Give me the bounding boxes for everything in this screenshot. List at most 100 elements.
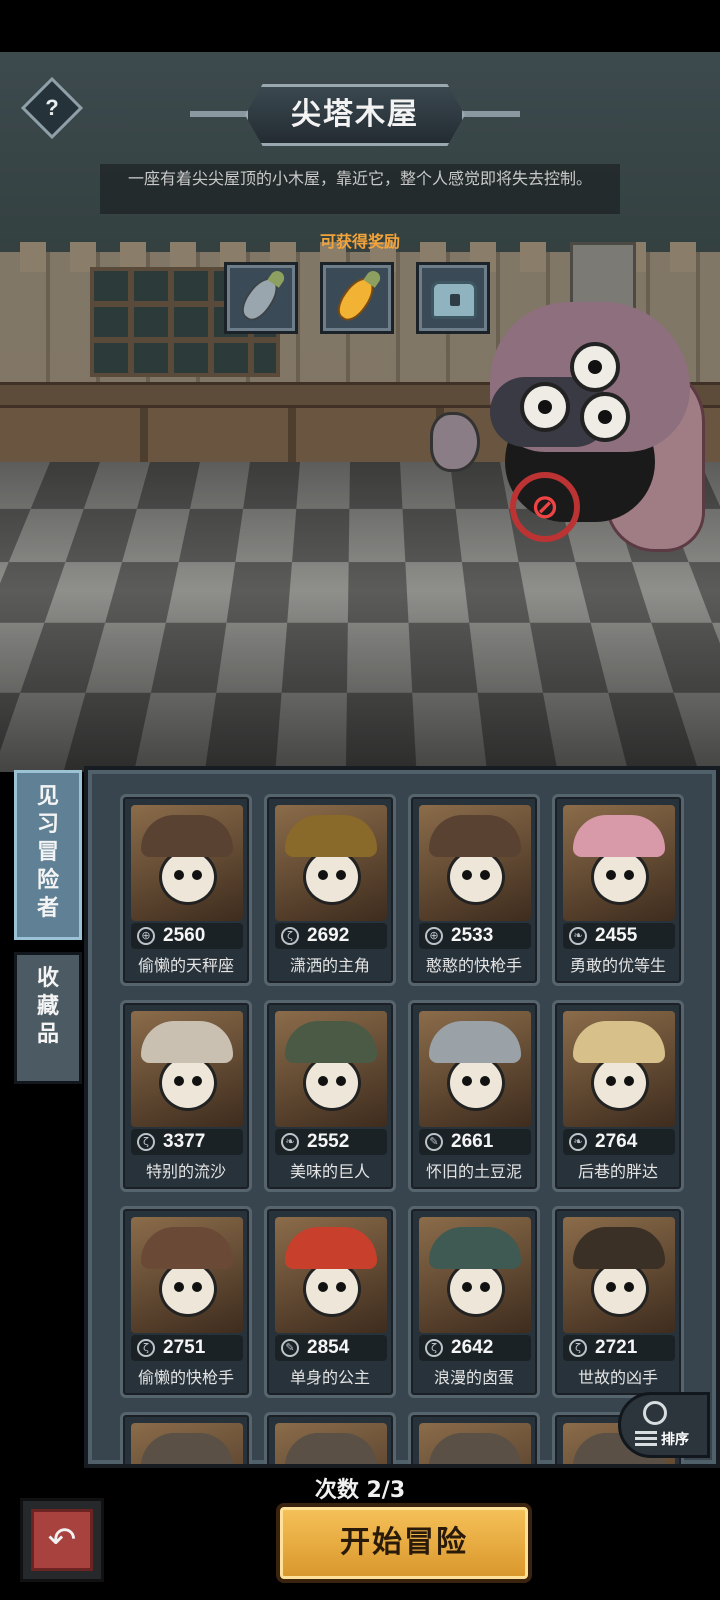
adventurer-face (303, 849, 361, 905)
leaf-icon: ❧ (569, 1133, 587, 1151)
adventurer-card[interactable]: ✎ 2854 单身的公主 (264, 1206, 396, 1398)
adventurer-name: 怀旧的土豆泥 (425, 1162, 522, 1181)
adventurer-name: 勇敢的优等生 (569, 956, 666, 975)
adventurer-headgear (285, 1021, 377, 1063)
stage-title-plaque: 尖塔木屋 (190, 84, 520, 146)
adventurer-headgear (429, 1021, 521, 1063)
adventurer-face (591, 849, 649, 905)
power-score-row: ❧ 2552 (275, 1129, 387, 1155)
start-adventure-button[interactable]: 开始冒险 (276, 1503, 532, 1583)
adventurer-card[interactable] (408, 1412, 540, 1464)
adventurer-name: 浪漫的卤蛋 (433, 1368, 514, 1387)
list-icon (635, 1431, 657, 1447)
power-score-row: ζ 2751 (131, 1335, 243, 1361)
adventurer-panel: ⊕ 2560 偷懒的天秤座 ζ 2692 潇洒的主角 ⊕ 2533 憨憨的快枪手 ❧ 2455 勇敢的… (84, 766, 720, 1468)
power-score: 2764 (595, 1131, 638, 1152)
claw-icon: ζ (281, 927, 299, 945)
adventurer-headgear (429, 815, 521, 857)
adventurer-portrait (419, 805, 531, 921)
power-score-row: ✎ 2854 (275, 1335, 387, 1361)
adventurer-portrait (275, 805, 387, 921)
monster-eye (570, 342, 620, 392)
tab-label: 见习冒险者 (36, 784, 59, 921)
monster-eye (580, 392, 630, 442)
adventurer-portrait (419, 1217, 531, 1333)
adventurer-name: 憨憨的快枪手 (425, 956, 522, 975)
power-score: 2552 (307, 1131, 350, 1152)
adventurer-headgear (573, 1021, 665, 1063)
adventurer-headgear (573, 1227, 665, 1269)
adventurer-card[interactable]: ❧ 2455 勇敢的优等生 (552, 794, 684, 986)
tab-apprentice-adventurers[interactable]: 见习冒险者 (14, 770, 82, 940)
adventurer-face (447, 1055, 505, 1111)
crosshair-icon: ⊕ (137, 927, 155, 945)
adventurer-face (303, 1055, 361, 1111)
attempts-counter: 次数 2/3 (314, 1478, 406, 1503)
tab-collectibles[interactable]: 收藏品 (14, 952, 82, 1084)
adventurer-card[interactable]: ✎ 2661 怀旧的土豆泥 (408, 1000, 540, 1192)
adventurer-portrait (275, 1217, 387, 1333)
adventurer-portrait (275, 1423, 387, 1468)
adventurer-face (591, 1261, 649, 1317)
adventurer-portrait (131, 1423, 243, 1464)
claw-icon: ζ (425, 1339, 443, 1357)
power-score: 2692 (307, 925, 350, 946)
adventurer-name: 美味的巨人 (289, 1162, 370, 1181)
adventurer-headgear (429, 1227, 521, 1269)
adventurer-card[interactable]: ❧ 2764 后巷的胖达 (552, 1000, 684, 1192)
adventurer-face (447, 849, 505, 905)
treasure-chest-icon (431, 281, 477, 319)
adventurer-card[interactable]: ζ 2751 偷懒的快枪手 (120, 1206, 252, 1398)
reward-slot-3[interactable] (416, 262, 490, 334)
adventurer-portrait (419, 1011, 531, 1127)
adventurer-headgear (573, 815, 665, 857)
adventurer-card[interactable]: ⊕ 2560 偷懒的天秤座 (120, 794, 252, 986)
adventurer-card[interactable]: ζ 2642 浪漫的卤蛋 (408, 1206, 540, 1398)
sort-button[interactable]: 排序 (618, 1392, 710, 1458)
leaf-icon: ❧ (569, 927, 587, 945)
power-score-row: ζ 2721 (563, 1335, 675, 1361)
leaf-icon: ❧ (281, 1133, 299, 1151)
monster-eye (520, 382, 570, 432)
adventurer-portrait (563, 805, 675, 921)
adventurer-headgear (285, 815, 377, 857)
adventurer-portrait (131, 805, 243, 921)
adventurer-card[interactable]: ❧ 2552 美味的巨人 (264, 1000, 396, 1192)
power-score: 2854 (307, 1337, 350, 1358)
stage-description: 一座有着尖尖屋顶的小木屋，靠近它，整个人感觉即将失去控制。 (100, 164, 620, 214)
adventurer-card[interactable]: ⊕ 2533 憨憨的快枪手 (408, 794, 540, 986)
power-score: 2721 (595, 1337, 638, 1358)
adventurer-headgear (429, 1433, 521, 1464)
claw-icon: ζ (569, 1339, 587, 1357)
adventurer-face (303, 1261, 361, 1317)
adventurer-headgear (141, 815, 233, 857)
quill-icon: ✎ (425, 1133, 443, 1151)
power-score-row: ζ 3377 (131, 1129, 243, 1155)
adventurer-face (159, 1055, 217, 1111)
adventurer-portrait (563, 1217, 675, 1333)
reward-slot-1[interactable] (224, 262, 298, 334)
adventurer-name: 单身的公主 (289, 1368, 370, 1387)
adventurer-card[interactable]: ζ 2692 潇洒的主角 (264, 794, 396, 986)
adventurer-face (447, 1261, 505, 1317)
adventurer-face (159, 1261, 217, 1317)
power-score: 2751 (163, 1337, 206, 1358)
adventurer-card[interactable] (264, 1412, 396, 1468)
power-score-row: ⊕ 2533 (419, 923, 531, 949)
monster-hand (430, 412, 480, 472)
adventurer-card[interactable]: ζ 2721 世故的凶手 (552, 1206, 684, 1398)
adventurer-portrait (131, 1217, 243, 1333)
adventurer-headgear (285, 1227, 377, 1269)
reward-slot-2[interactable] (320, 262, 394, 334)
power-score: 2560 (163, 925, 206, 946)
gold-carrot-icon (331, 271, 381, 327)
rewards-label: 可获得奖励 (319, 232, 400, 251)
back-button[interactable]: ↶ (20, 1498, 104, 1582)
adventurer-name: 潇洒的主角 (289, 956, 370, 975)
adventurer-portrait (275, 1011, 387, 1127)
adventurer-headgear (141, 1227, 233, 1269)
adventurer-card[interactable]: ζ 3377 特别的流沙 (120, 1000, 252, 1192)
adventurer-face (303, 1467, 361, 1468)
adventurer-card[interactable] (120, 1412, 252, 1464)
question-icon: ? (45, 95, 59, 120)
